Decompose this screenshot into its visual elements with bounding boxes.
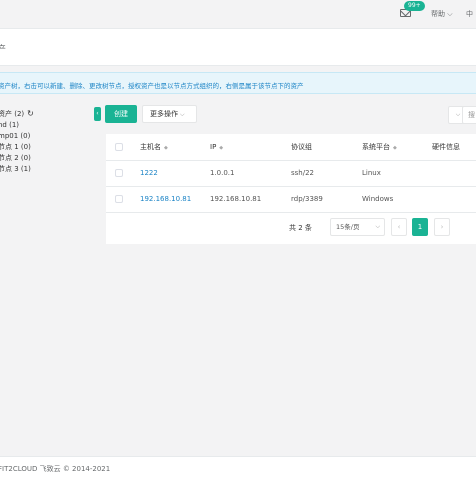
hostname-link[interactable]: 192.168.10.81 <box>140 186 210 213</box>
more-actions-label: 更多操作 <box>150 110 178 118</box>
table-header-row: 主机名 ◆ IP ◆ 协议组 系统平台 ◆ 硬件信息 <box>106 134 476 161</box>
ip-cell: 192.168.10.81 <box>210 186 291 213</box>
tree-node-root[interactable]: 资产 (2) ↻ <box>0 108 34 120</box>
more-actions-button[interactable]: 更多操作 ⌵ <box>142 105 197 123</box>
row-checkbox[interactable] <box>115 195 123 203</box>
sort-icon: ◆ <box>393 144 397 151</box>
column-platform[interactable]: 系统平台 ◆ <box>362 134 432 161</box>
asset-tree: 资产 (2) ↻ nd (1) mp01 (0) 节点 1 (0) 节点 2 (0… <box>0 108 34 175</box>
footer: FIT2CLOUD 飞致云 © 2014-2021 <box>0 456 476 477</box>
column-label: 系统平台 <box>362 142 390 151</box>
tree-node[interactable]: 节点 2 (0) <box>0 153 34 164</box>
notice-text: 资产树，右击可以新建、删除、更改树节点，授权资产也是以节点方式组织的，右侧是属于… <box>0 82 304 90</box>
message-count-badge: 99+ <box>404 1 425 11</box>
column-protocols: 协议组 <box>291 134 362 161</box>
pagination: 共 2 条 15条/页 ⌵ ‹ 1 › <box>106 217 476 239</box>
help-menu[interactable]: 帮助 ⌵ <box>431 9 453 19</box>
page-title: 产 <box>0 45 7 55</box>
collapse-tree-button[interactable]: ‹ <box>94 107 101 121</box>
table-row: 192.168.10.81 192.168.10.81 rdp/3389 Win… <box>106 186 476 213</box>
column-label: 硬件信息 <box>432 142 460 151</box>
platform-cell: Linux <box>362 160 432 187</box>
next-page-button[interactable]: › <box>434 218 450 236</box>
tree-node[interactable]: nd (1) <box>0 120 34 131</box>
sort-icon: ◆ <box>219 144 224 151</box>
row-select-cell <box>106 160 140 187</box>
column-label: 协议组 <box>291 142 312 151</box>
hardware-cell <box>432 160 476 187</box>
page-size-value: 15条/页 <box>336 223 360 231</box>
column-label: 主机名 <box>140 142 161 151</box>
row-select-cell <box>106 186 140 213</box>
page-title-bar: 产 <box>0 28 476 66</box>
chevron-down-icon: ⌵ <box>180 111 185 118</box>
search-input[interactable]: 搜 <box>462 106 476 124</box>
tree-node-label: 资产 (2) <box>0 110 25 118</box>
total-count: 共 2 条 <box>289 224 312 232</box>
table-row: 1222 1.0.0.1 ssh/22 Linux <box>106 160 476 187</box>
sort-icon: ◆ <box>164 144 168 151</box>
column-ip[interactable]: IP ◆ <box>210 134 291 161</box>
platform-cell: Windows <box>362 186 432 213</box>
page-1-button[interactable]: 1 <box>412 218 428 236</box>
column-hostname[interactable]: 主机名 ◆ <box>140 134 210 161</box>
tree-node[interactable]: 节点 1 (0) <box>0 142 34 153</box>
top-navbar: 99+ 帮助 ⌵ 中 <box>0 0 476 28</box>
copyright-text: FIT2CLOUD 飞致云 © 2014-2021 <box>0 465 111 473</box>
chevron-down-icon: ⌵ <box>447 10 453 18</box>
create-button[interactable]: 创建 <box>105 105 137 123</box>
column-label: IP <box>210 142 217 151</box>
tree-node[interactable]: mp01 (0) <box>0 131 34 142</box>
refresh-icon[interactable]: ↻ <box>27 108 34 119</box>
help-label: 帮助 <box>431 10 445 18</box>
select-all-cell <box>106 134 140 161</box>
help-notice: 资产树，右击可以新建、删除、更改树节点，授权资产也是以节点方式组织的，右侧是属于… <box>0 72 476 94</box>
asset-table: 主机名 ◆ IP ◆ 协议组 系统平台 ◆ 硬件信息 1222 1.0.0.1 ssh… <box>106 134 476 213</box>
row-checkbox[interactable] <box>115 169 123 177</box>
hostname-link[interactable]: 1222 <box>140 160 210 187</box>
column-hardware: 硬件信息 <box>432 134 476 161</box>
hardware-cell <box>432 186 476 213</box>
protocols-cell: rdp/3389 <box>291 186 362 213</box>
language-switch[interactable]: 中 <box>466 9 473 19</box>
page-size-select[interactable]: 15条/页 ⌵ <box>330 218 385 236</box>
select-all-checkbox[interactable] <box>115 142 123 151</box>
ip-cell: 1.0.0.1 <box>210 160 291 187</box>
tree-node[interactable]: 节点 3 (1) <box>0 164 34 175</box>
chevron-down-icon: ⌵ <box>375 223 380 230</box>
protocols-cell: ssh/22 <box>291 160 362 187</box>
prev-page-button[interactable]: ‹ <box>391 218 407 236</box>
